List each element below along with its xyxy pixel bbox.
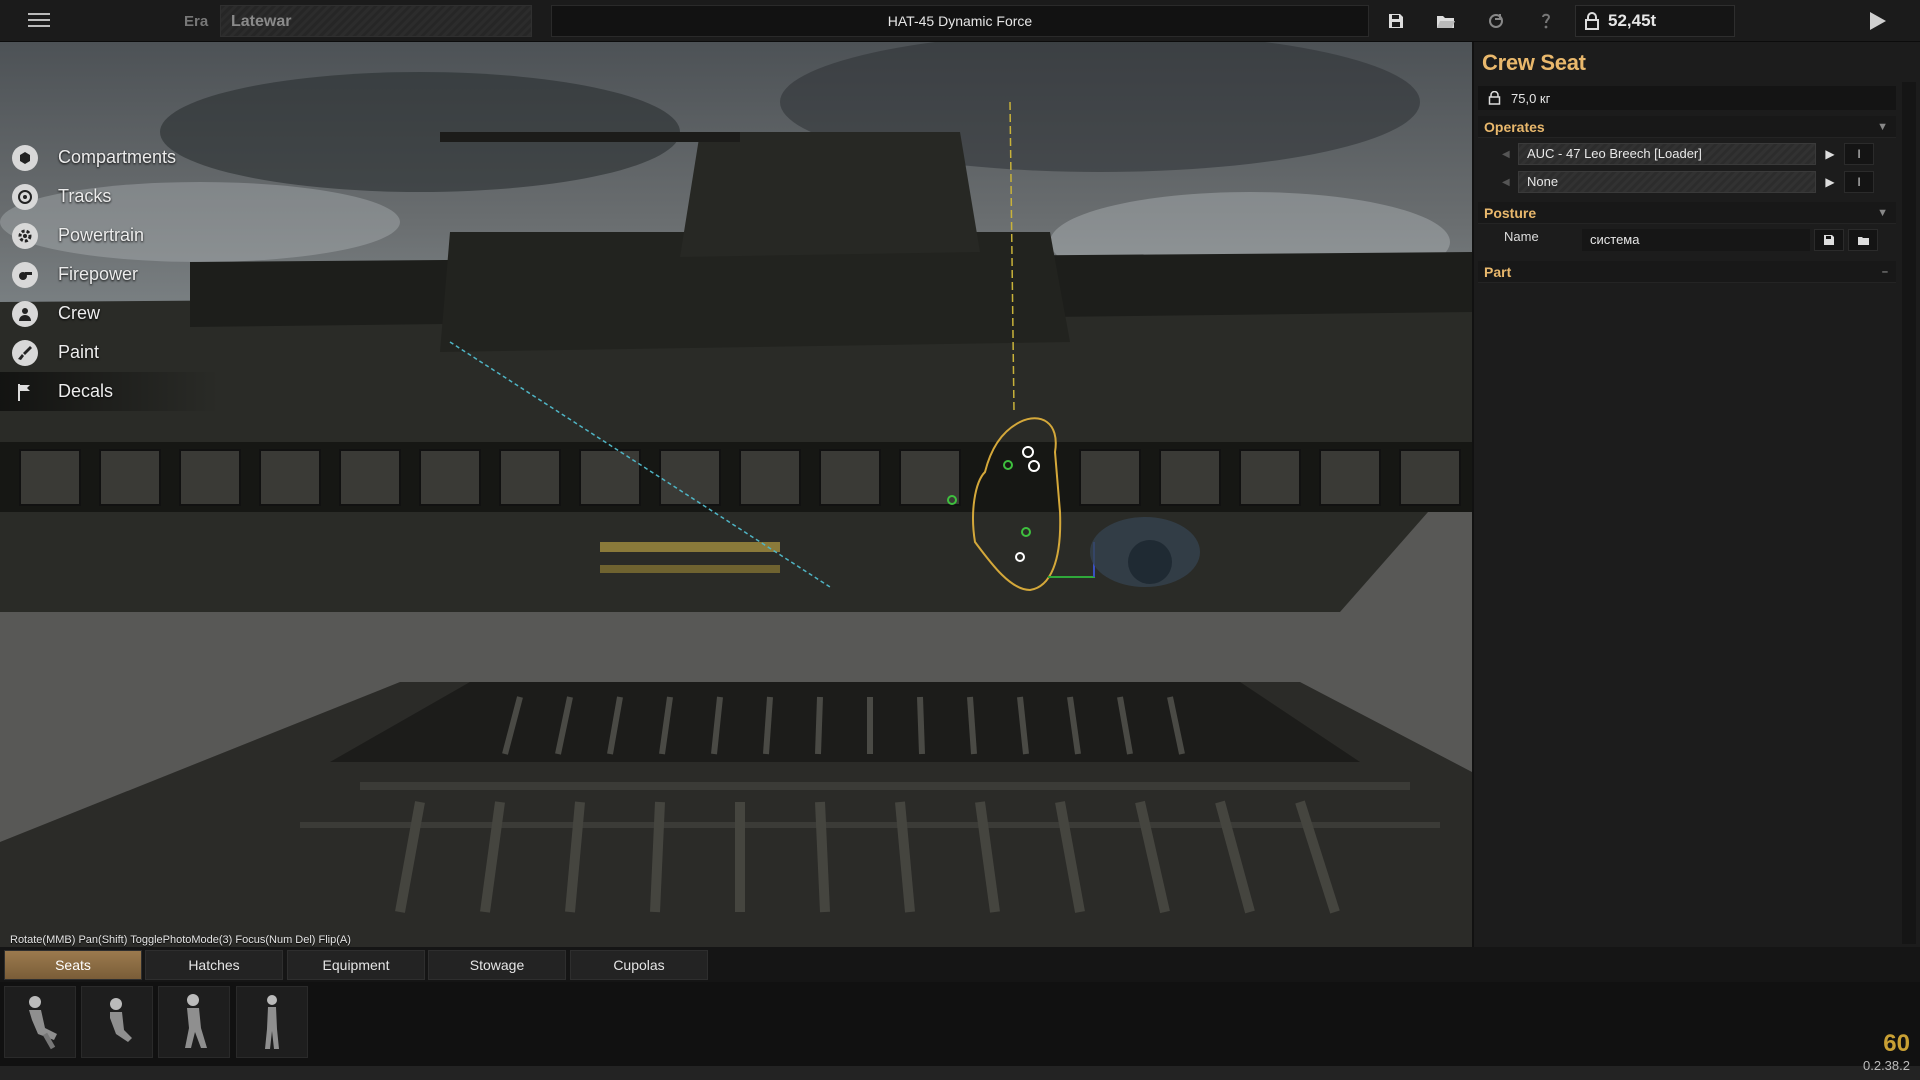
operates-row: ◀ AUC - 47 Leo Breech [Loader] ▶ I [1502, 142, 1874, 166]
collapse-icon: ▼ [1877, 120, 1888, 133]
tank-render [0, 42, 1472, 947]
3d-viewport[interactable]: Compartments Tracks Powertrain Firepower… [0, 42, 1472, 947]
top-toolbar: Era Latewar HAT-45 Dynamic Force 52,45t [0, 0, 1920, 42]
posture-name-label: Name [1504, 229, 1539, 244]
controls-hint: Rotate(MMB) Pan(Shift) TogglePhotoMode(3… [10, 934, 351, 946]
prev-arrow-icon[interactable]: ◀ [1502, 177, 1518, 188]
seat-part-tile[interactable] [81, 986, 153, 1058]
cannon-icon [12, 261, 38, 288]
seat-part-tile[interactable] [236, 986, 308, 1058]
era-selector[interactable]: Latewar [220, 5, 532, 37]
menu-icon[interactable] [28, 13, 50, 29]
operates-section-header[interactable]: Operates ▼ [1478, 116, 1896, 138]
app-root: Era Latewar HAT-45 Dynamic Force 52,45t [0, 0, 1920, 1080]
menu-item-paint[interactable]: Paint [0, 333, 220, 372]
part-weight: 75,0 кг [1478, 86, 1896, 110]
properties-panel: Crew Seat 75,0 кг Operates ▼ ◀ AUC - 47 … [1472, 42, 1920, 947]
menu-item-label: Tracks [58, 186, 112, 206]
tab-stowage[interactable]: Stowage [428, 950, 566, 980]
panel-scrollbar[interactable] [1902, 82, 1916, 944]
standing-crew-icon [265, 995, 279, 1049]
vehicle-weight-display: 52,45t [1575, 5, 1735, 37]
section-title: Posture [1484, 204, 1537, 221]
seat-part-tile[interactable] [4, 986, 76, 1058]
gear-icon [12, 222, 38, 249]
person-icon [12, 300, 38, 327]
seated-crew-icon [29, 996, 57, 1050]
panel-title: Crew Seat [1482, 50, 1586, 75]
part-category-tabs: Seats Hatches Equipment Stowage Cupolas [0, 947, 1920, 982]
menu-item-firepower[interactable]: Firepower [0, 255, 220, 294]
seat-part-tile[interactable] [158, 986, 230, 1058]
menu-item-label: Decals [58, 381, 114, 401]
weight-lock-icon [1488, 91, 1501, 105]
tab-equipment[interactable]: Equipment [287, 950, 425, 980]
seated-crew-icon [110, 998, 132, 1042]
menu-item-decals[interactable]: Decals [0, 372, 220, 411]
menu-item-label: Crew [58, 303, 101, 323]
box-icon [12, 144, 38, 171]
save-icon[interactable] [1814, 229, 1844, 251]
posture-name-input[interactable]: система [1582, 229, 1810, 251]
next-arrow-icon[interactable]: ▶ [1816, 147, 1844, 161]
version-label: 0.2.38.2 [1863, 1058, 1910, 1073]
section-title: Part [1484, 263, 1512, 280]
menu-item-label: Firepower [58, 264, 139, 284]
menu-item-label: Powertrain [58, 225, 145, 245]
collapse-icon: – [1881, 265, 1888, 278]
part-weight-value: 75,0 кг [1511, 90, 1551, 106]
next-arrow-icon[interactable]: ▶ [1816, 175, 1844, 189]
vehicle-weight-value: 52,45t [1608, 11, 1657, 30]
menu-item-label: Compartments [58, 147, 177, 167]
part-section-header[interactable]: Part – [1478, 261, 1896, 283]
operates-row: ◀ None ▶ I [1502, 170, 1874, 194]
menu-item-label: Paint [58, 342, 100, 362]
brush-icon [12, 339, 38, 366]
open-folder-icon[interactable] [1848, 229, 1878, 251]
tab-seats[interactable]: Seats [4, 950, 142, 980]
collapse-icon: ▼ [1877, 206, 1888, 219]
hint-icon[interactable] [1533, 9, 1559, 33]
save-icon[interactable] [1383, 9, 1409, 33]
standing-crew-icon [185, 994, 207, 1048]
play-icon[interactable] [1866, 10, 1888, 32]
reset-icon[interactable] [1483, 9, 1509, 33]
fps-counter: 60 [1883, 1030, 1910, 1057]
menu-item-compartments[interactable]: Compartments [0, 138, 220, 177]
tab-cupolas[interactable]: Cupolas [570, 950, 708, 980]
open-folder-icon[interactable] [1433, 9, 1459, 33]
menu-item-powertrain[interactable]: Powertrain [0, 216, 220, 255]
operates-field[interactable]: None [1518, 171, 1816, 193]
parts-shelf [0, 982, 1920, 1066]
operates-info-button[interactable]: I [1844, 143, 1874, 165]
category-menu: Compartments Tracks Powertrain Firepower… [0, 138, 220, 411]
operates-info-button[interactable]: I [1844, 171, 1874, 193]
tab-hatches[interactable]: Hatches [145, 950, 283, 980]
flag-icon [12, 379, 38, 405]
bottom-strip [0, 1066, 1920, 1080]
track-icon [12, 183, 38, 210]
menu-item-tracks[interactable]: Tracks [0, 177, 220, 216]
prev-arrow-icon[interactable]: ◀ [1502, 149, 1518, 160]
posture-section-header[interactable]: Posture ▼ [1478, 202, 1896, 224]
era-label: Era [184, 13, 209, 30]
vehicle-name-field[interactable]: HAT-45 Dynamic Force [551, 5, 1369, 37]
section-title: Operates [1484, 118, 1545, 135]
menu-item-crew[interactable]: Crew [0, 294, 220, 333]
weight-lock-icon [1585, 12, 1599, 30]
operates-field[interactable]: AUC - 47 Leo Breech [Loader] [1518, 143, 1816, 165]
